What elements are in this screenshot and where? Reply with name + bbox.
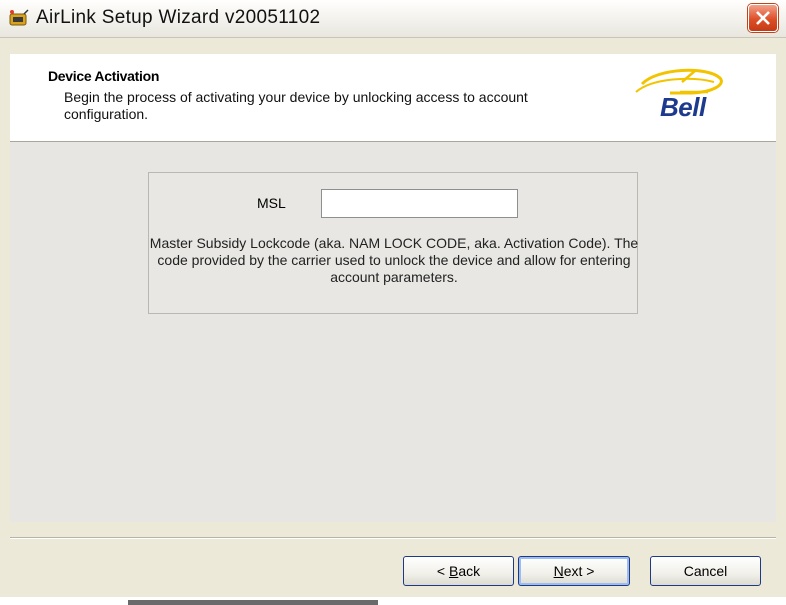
- cancel-button[interactable]: Cancel: [650, 556, 761, 586]
- close-icon: [756, 11, 770, 25]
- back-label-prefix: <: [436, 563, 449, 579]
- title-bar[interactable]: AirLink Setup Wizard v20051102: [0, 0, 786, 38]
- msl-label: MSL: [257, 195, 286, 211]
- page-description: Begin the process of activating your dev…: [64, 89, 528, 122]
- airlink-app-icon: [9, 9, 29, 26]
- next-label-rest: ext >: [563, 563, 595, 579]
- page-title: Device Activation: [48, 68, 160, 84]
- back-button[interactable]: < Back: [403, 556, 514, 586]
- next-label-accel: N: [553, 563, 564, 579]
- taskbar-fragment: [128, 600, 378, 605]
- next-button[interactable]: Next >: [518, 556, 630, 586]
- window-title: AirLink Setup Wizard v20051102: [36, 7, 321, 28]
- wizard-header: Device Activation Begin the process of a…: [10, 54, 776, 142]
- close-button[interactable]: [748, 4, 778, 32]
- bell-logo-text: Bell: [660, 92, 706, 122]
- msl-input[interactable]: [321, 189, 518, 218]
- back-label-rest: ack: [458, 563, 481, 579]
- msl-panel: MSL Master Subsidy Lockcode (aka. NAM LO…: [148, 172, 638, 314]
- bottom-strip: [0, 597, 786, 605]
- footer-separator: [10, 537, 776, 539]
- back-label-accel: B: [448, 563, 459, 579]
- msl-description: Master Subsidy Lockcode (aka. NAM LOCK C…: [149, 235, 639, 285]
- setup-wizard-window: AirLink Setup Wizard v20051102 Device Ac…: [0, 0, 786, 597]
